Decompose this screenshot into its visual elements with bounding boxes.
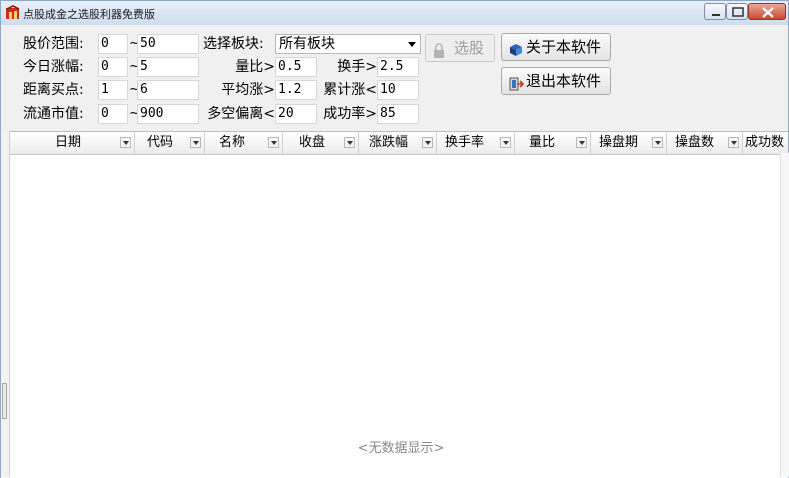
price-range-label: 股价范围:	[23, 36, 84, 52]
turnover-label: 换手>	[337, 59, 377, 75]
left-panel-strip	[1, 131, 10, 477]
chevron-down-icon	[408, 42, 416, 47]
filter-dropdown-icon[interactable]	[422, 137, 433, 148]
avg-rise-input[interactable]: 1.2	[275, 80, 317, 100]
column-header-date[interactable]: 日期	[9, 132, 135, 154]
select-stocks-label: 选股	[454, 39, 485, 57]
exit-door-icon	[508, 74, 525, 100]
today-change-max-input[interactable]: 5	[137, 57, 199, 77]
maximize-icon	[732, 7, 744, 17]
filter-dropdown-icon[interactable]	[576, 137, 587, 148]
column-header-trade-count[interactable]: 操盘数	[667, 132, 743, 154]
filter-dropdown-icon[interactable]	[652, 137, 663, 148]
app-window: 点股成金之选股利器免费版 股价范围: 0 ~ 50 今日涨幅: 0 ~ 5 距离…	[0, 0, 789, 478]
minimize-icon	[712, 14, 720, 16]
book-icon	[508, 40, 524, 66]
column-header-change[interactable]: 涨跌幅	[359, 132, 437, 154]
sector-select[interactable]: 所有板块	[275, 34, 421, 54]
column-header-close[interactable]: 收盘	[283, 132, 359, 154]
turnover-input[interactable]: 2.5	[377, 57, 419, 77]
empty-grid-message: <无数据显示>	[357, 441, 445, 456]
cum-rise-label: 累计涨<	[323, 82, 377, 98]
dist-buy-min-input[interactable]: 1	[98, 80, 128, 100]
app-icon	[5, 5, 21, 21]
close-icon	[762, 7, 774, 18]
deviation-label: 多空偏离<	[207, 106, 275, 122]
today-change-label: 今日涨幅:	[23, 59, 84, 75]
select-stocks-button[interactable]: 选股	[425, 34, 495, 62]
grid-header: 日期 代码 名称 收盘 涨跌幅 换手率 量比 操盘期 操盘数 成功数	[9, 132, 788, 155]
filter-dropdown-icon[interactable]	[728, 137, 739, 148]
cum-rise-input[interactable]: 10	[377, 80, 419, 100]
filter-panel: 股价范围: 0 ~ 50 今日涨幅: 0 ~ 5 距离买点: 1 ~ 6 流通市…	[1, 25, 788, 131]
avg-rise-label: 平均涨>	[221, 82, 275, 98]
filter-dropdown-icon[interactable]	[120, 137, 131, 148]
volume-ratio-label: 量比>	[235, 59, 275, 75]
column-header-volume-ratio[interactable]: 量比	[515, 132, 591, 154]
results-grid[interactable]: 日期 代码 名称 收盘 涨跌幅 换手率 量比 操盘期 操盘数 成功数 <无数据显…	[1, 131, 788, 478]
lock-icon	[432, 41, 446, 67]
sector-select-value: 所有板块	[279, 36, 335, 52]
about-label: 关于本软件	[526, 38, 602, 56]
filter-dropdown-icon[interactable]	[344, 137, 355, 148]
filter-dropdown-icon[interactable]	[500, 137, 511, 148]
price-max-input[interactable]: 50	[137, 34, 199, 54]
about-button[interactable]: 关于本软件	[501, 33, 611, 61]
grid-scroll-edge	[780, 153, 789, 477]
dist-buy-label: 距离买点:	[23, 82, 84, 98]
title-bar: 点股成金之选股利器免费版	[1, 1, 788, 25]
exit-button[interactable]: 退出本软件	[501, 67, 611, 95]
column-header-success-count[interactable]: 成功数	[743, 132, 788, 154]
filter-dropdown-icon[interactable]	[190, 137, 201, 148]
column-header-turnover[interactable]: 换手率	[437, 132, 515, 154]
volume-ratio-input[interactable]: 0.5	[275, 57, 317, 77]
panel-splitter-handle[interactable]	[2, 383, 7, 419]
deviation-input[interactable]: 20	[275, 104, 317, 124]
minimize-button[interactable]	[704, 3, 726, 20]
price-min-input[interactable]: 0	[98, 34, 128, 54]
today-change-min-input[interactable]: 0	[98, 57, 128, 77]
success-rate-label: 成功率>	[323, 106, 377, 122]
exit-label: 退出本软件	[526, 72, 602, 90]
column-header-code[interactable]: 代码	[135, 132, 205, 154]
success-rate-input[interactable]: 85	[377, 104, 419, 124]
maximize-button[interactable]	[726, 3, 748, 20]
float-cap-label: 流通市值:	[23, 106, 84, 122]
column-header-name[interactable]: 名称	[205, 132, 283, 154]
column-header-trade-period[interactable]: 操盘期	[591, 132, 667, 154]
window-title: 点股成金之选股利器免费版	[23, 8, 155, 21]
filter-dropdown-icon[interactable]	[268, 137, 279, 148]
float-cap-min-input[interactable]: 0	[98, 104, 128, 124]
sector-label: 选择板块:	[203, 36, 264, 52]
close-button[interactable]	[748, 3, 786, 20]
float-cap-max-input[interactable]: 900	[137, 104, 199, 124]
dist-buy-max-input[interactable]: 6	[137, 80, 199, 100]
